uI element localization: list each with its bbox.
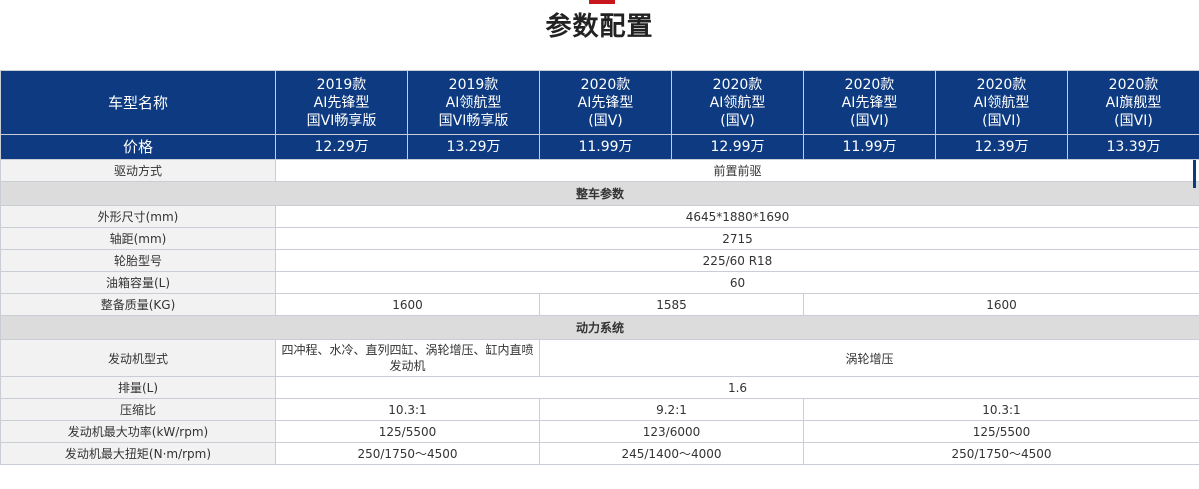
row-value: 10.3:1 <box>275 398 540 421</box>
section-title: 整车参数 <box>0 181 1199 206</box>
model-spec: (国VI) <box>850 112 889 129</box>
model-spec: (国V) <box>720 112 755 129</box>
price-value: 11.99万 <box>539 134 672 160</box>
section-header: 整车参数 <box>0 181 1199 206</box>
model-header-cell: 2020款 AI领航型 (国VI) <box>935 70 1068 135</box>
model-header-cell: 2019款 AI领航型 国VI畅享版 <box>407 70 540 135</box>
row-label: 整备质量(KG) <box>0 293 276 316</box>
model-spec: 国VI畅享版 <box>306 112 377 129</box>
model-name: AI先锋型 <box>313 94 370 111</box>
row-label: 驱动方式 <box>0 159 276 182</box>
row-label: 发动机型式 <box>0 339 276 377</box>
table-row: 发动机最大扭矩(N·m/rpm) 250/1750～4500 245/1400～… <box>0 442 1199 465</box>
model-year: 2019款 <box>448 76 499 93</box>
row-value: 9.2:1 <box>539 398 804 421</box>
row-value: 250/1750～4500 <box>803 442 1199 465</box>
row-label: 发动机最大功率(kW/rpm) <box>0 420 276 443</box>
table-row: 轴距(mm) 2715 <box>0 227 1199 250</box>
row-label: 轴距(mm) <box>0 227 276 250</box>
model-year: 2020款 <box>712 76 763 93</box>
price-value: 13.39万 <box>1067 134 1199 160</box>
table-row: 排量(L) 1.6 <box>0 376 1199 399</box>
table-row: 外形尺寸(mm) 4645*1880*1690 <box>0 205 1199 228</box>
row-value: 250/1750～4500 <box>275 442 540 465</box>
model-year: 2020款 <box>976 76 1027 93</box>
model-header-cell: 2020款 AI先锋型 (国VI) <box>803 70 936 135</box>
model-spec: (国VI) <box>1114 112 1153 129</box>
row-value: 1585 <box>539 293 804 316</box>
page-title: 参数配置 <box>545 12 654 42</box>
price-row: 价格 12.29万 13.29万 11.99万 12.99万 11.99万 12… <box>0 134 1199 160</box>
table-row: 驱动方式 前置前驱 <box>0 159 1199 182</box>
model-spec: 国VI畅享版 <box>438 112 509 129</box>
model-name: AI领航型 <box>709 94 766 111</box>
model-header-cell: 2019款 AI先锋型 国VI畅享版 <box>275 70 408 135</box>
model-header-cell: 2020款 AI领航型 (国V) <box>671 70 804 135</box>
row-value: 涡轮增压 <box>539 339 1199 377</box>
price-value: 11.99万 <box>803 134 936 160</box>
model-name: AI领航型 <box>445 94 502 111</box>
model-year: 2020款 <box>844 76 895 93</box>
model-name: AI领航型 <box>973 94 1030 111</box>
model-spec: (国VI) <box>982 112 1021 129</box>
row-value: 1600 <box>803 293 1199 316</box>
row-value: 四冲程、水冷、直列四缸、涡轮增压、缸内直喷发动机 <box>275 339 540 377</box>
model-year: 2019款 <box>316 76 367 93</box>
table-row: 压缩比 10.3:1 9.2:1 10.3:1 <box>0 398 1199 421</box>
row-label: 外形尺寸(mm) <box>0 205 276 228</box>
row-value: 4645*1880*1690 <box>275 205 1199 228</box>
model-name-label: 车型名称 <box>0 70 276 135</box>
model-header-cell: 2020款 AI先锋型 (国V) <box>539 70 672 135</box>
row-value: 125/5500 <box>275 420 540 443</box>
row-value: 1.6 <box>275 376 1199 399</box>
price-value: 12.39万 <box>935 134 1068 160</box>
table-row: 发动机型式 四冲程、水冷、直列四缸、涡轮增压、缸内直喷发动机 涡轮增压 <box>0 339 1199 377</box>
row-label: 发动机最大扭矩(N·m/rpm) <box>0 442 276 465</box>
table-row: 油箱容量(L) 60 <box>0 271 1199 294</box>
model-header-cell: 2020款 AI旗舰型 (国VI) <box>1067 70 1199 135</box>
title-accent-bar <box>589 0 615 4</box>
row-label: 轮胎型号 <box>0 249 276 272</box>
model-name: AI先锋型 <box>841 94 898 111</box>
model-year: 2020款 <box>580 76 631 93</box>
row-label: 压缩比 <box>0 398 276 421</box>
model-spec: (国V) <box>588 112 623 129</box>
row-value: 2715 <box>275 227 1199 250</box>
model-year: 2020款 <box>1108 76 1159 93</box>
row-value: 1600 <box>275 293 540 316</box>
price-value: 12.99万 <box>671 134 804 160</box>
section-header: 动力系统 <box>0 315 1199 340</box>
price-label: 价格 <box>0 134 276 160</box>
table-row: 发动机最大功率(kW/rpm) 125/5500 123/6000 125/55… <box>0 420 1199 443</box>
row-value: 245/1400～4000 <box>539 442 804 465</box>
row-value: 60 <box>275 271 1199 294</box>
row-label: 油箱容量(L) <box>0 271 276 294</box>
row-label: 排量(L) <box>0 376 276 399</box>
model-name-row: 车型名称 2019款 AI先锋型 国VI畅享版 2019款 AI领航型 国VI畅享版 2… <box>0 70 1199 135</box>
price-value: 12.29万 <box>275 134 408 160</box>
row-value: 125/5500 <box>803 420 1199 443</box>
row-value: 225/60 R18 <box>275 249 1199 272</box>
table-row: 整备质量(KG) 1600 1585 1600 <box>0 293 1199 316</box>
section-title: 动力系统 <box>0 315 1199 340</box>
row-value: 123/6000 <box>539 420 804 443</box>
model-name: AI先锋型 <box>577 94 634 111</box>
row-value: 10.3:1 <box>803 398 1199 421</box>
price-value: 13.29万 <box>407 134 540 160</box>
scroll-indicator[interactable] <box>1193 160 1196 188</box>
table-row: 轮胎型号 225/60 R18 <box>0 249 1199 272</box>
model-name: AI旗舰型 <box>1105 94 1162 111</box>
row-value: 前置前驱 <box>275 159 1199 182</box>
spec-table: 车型名称 2019款 AI先锋型 国VI畅享版 2019款 AI领航型 国VI畅享版 2… <box>0 70 1199 465</box>
